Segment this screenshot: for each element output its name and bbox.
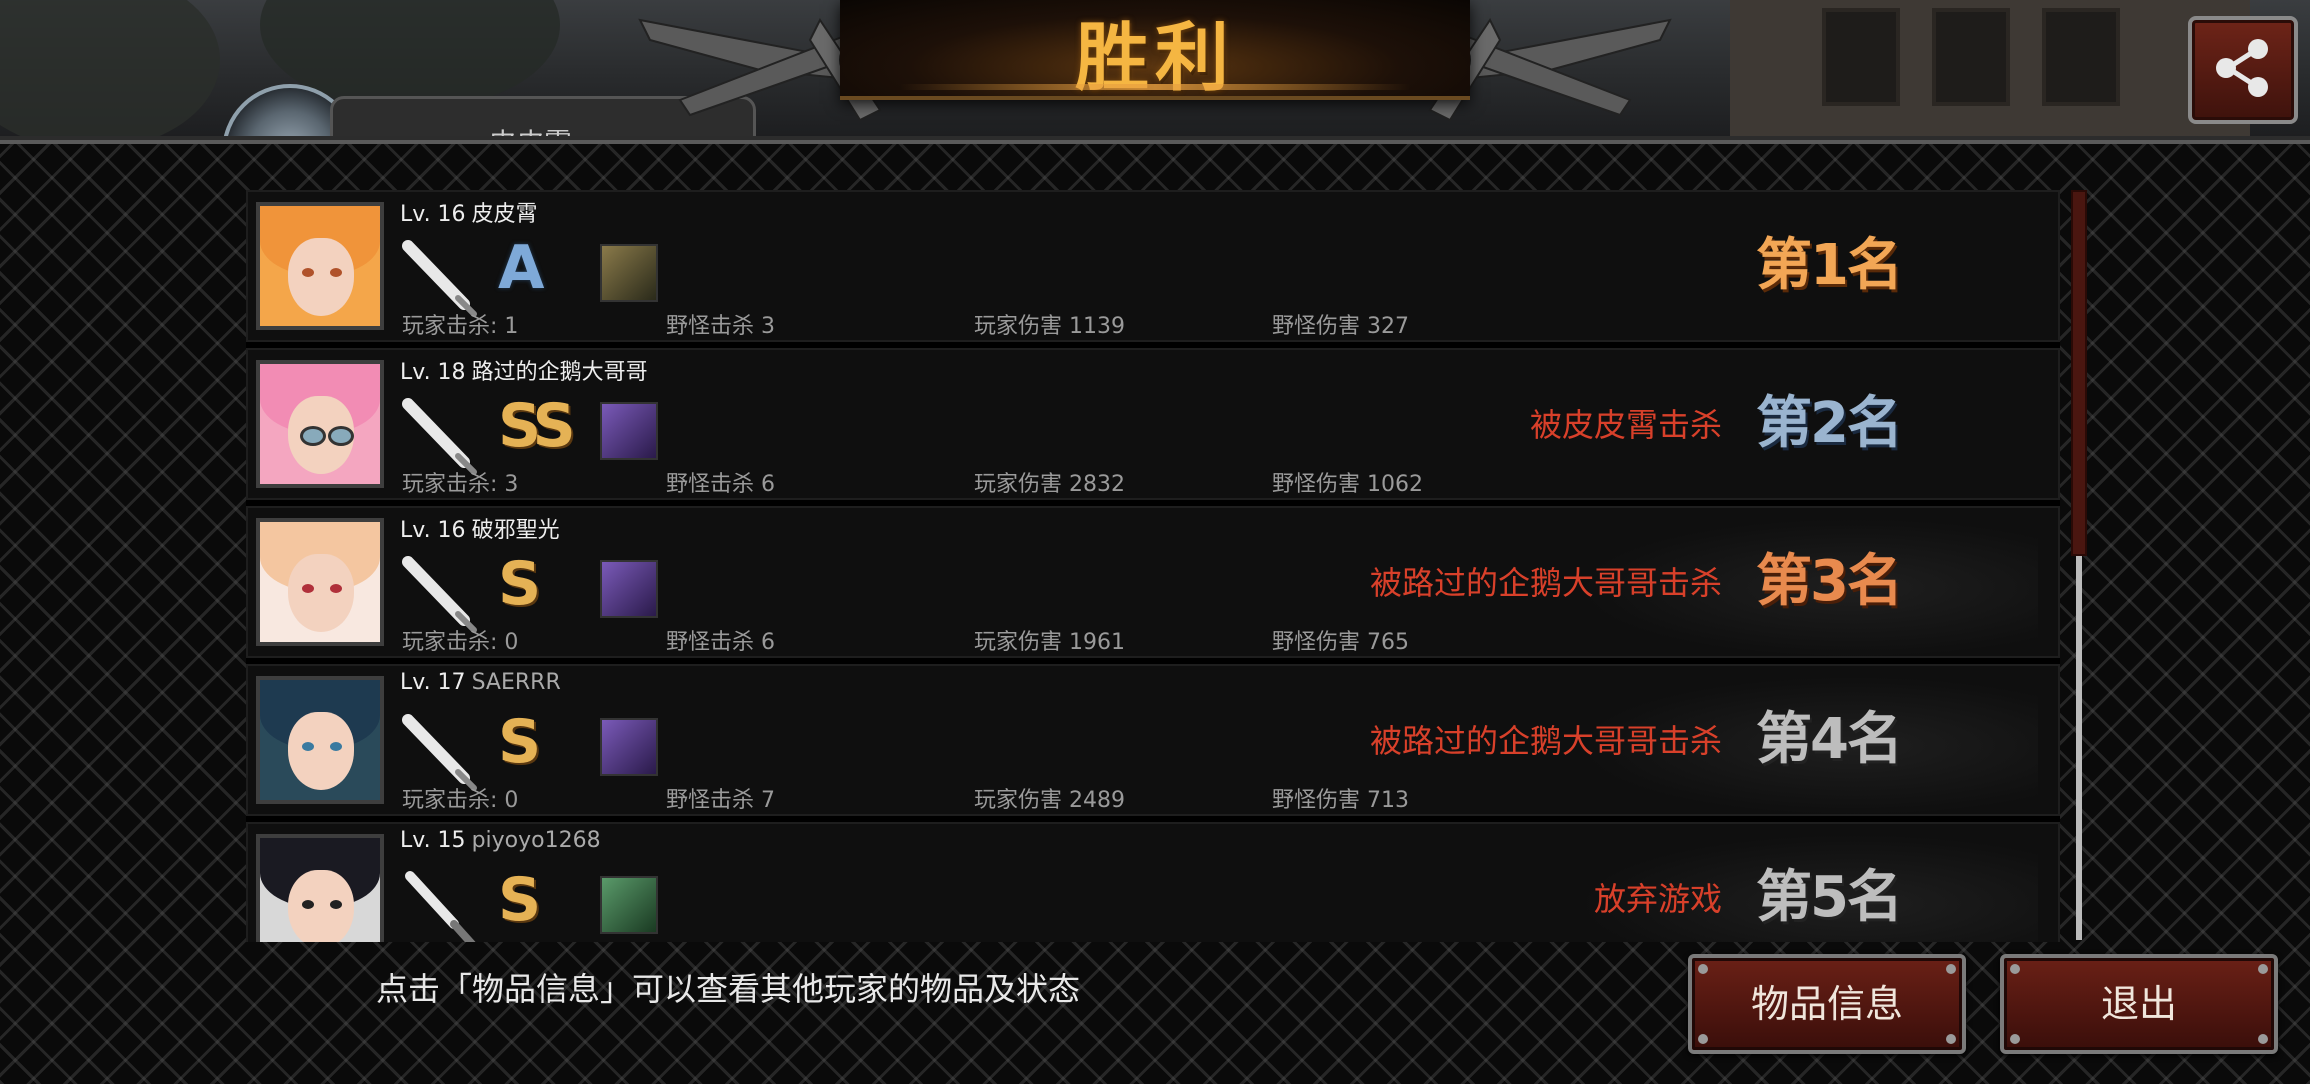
monster-kills: 野怪击杀 3 bbox=[666, 314, 775, 339]
rank-label: 第2名 bbox=[1756, 391, 1903, 456]
grade-badge: S bbox=[498, 707, 541, 777]
player-damage: 玩家伤害 1139 bbox=[974, 314, 1125, 339]
rank-label: 第4名 bbox=[1756, 707, 1903, 772]
rank-label: 第5名 bbox=[1756, 865, 1903, 930]
bat-icon bbox=[402, 240, 477, 317]
item-thumbnail[interactable] bbox=[600, 560, 658, 618]
item-thumbnail[interactable] bbox=[600, 718, 658, 776]
player-avatar[interactable] bbox=[256, 518, 384, 646]
player-kills: 玩家击杀: 0 bbox=[402, 630, 519, 655]
exit-button-label: 退出 bbox=[2100, 982, 2177, 1026]
elimination-status: 被皮皮霄击杀 bbox=[1529, 406, 1722, 444]
knife-icon bbox=[405, 871, 476, 942]
item-thumbnail[interactable] bbox=[600, 244, 658, 302]
elimination-status: 放弃游戏 bbox=[1593, 880, 1722, 918]
monster-damage: 野怪伤害 713 bbox=[1272, 788, 1409, 813]
bat-icon bbox=[402, 556, 477, 633]
item-info-button[interactable]: 物品信息 bbox=[1688, 954, 1966, 1054]
player-avatar[interactable] bbox=[256, 202, 384, 330]
player-kills: 玩家击杀: 3 bbox=[402, 472, 519, 497]
player-avatar[interactable] bbox=[256, 676, 384, 804]
item-thumbnail[interactable] bbox=[600, 876, 658, 934]
monster-kills: 野怪击杀 7 bbox=[666, 788, 775, 813]
player-kills: 玩家击杀: 0 bbox=[402, 788, 519, 813]
grade-badge: S bbox=[498, 865, 541, 935]
share-icon bbox=[2216, 39, 2268, 97]
player-row[interactable]: Lv. 18 路过的企鹅大哥哥 SS 玩家击杀: 3 野怪击杀 6 玩家伤害 28… bbox=[246, 348, 2060, 500]
player-avatar[interactable] bbox=[256, 360, 384, 488]
monster-kills: 野怪击杀 6 bbox=[666, 630, 775, 655]
grade-badge: SS bbox=[498, 391, 576, 461]
rank-label: 第1名 bbox=[1756, 233, 1903, 298]
player-row[interactable]: Lv. 16 皮皮霄 A 玩家击杀: 1 野怪击杀 3 玩家伤害 1139 野怪伤… bbox=[246, 190, 2060, 342]
player-level-name: Lv. 17 SAERRR bbox=[400, 670, 561, 695]
bat-icon bbox=[402, 398, 477, 475]
hint-text: 点击「物品信息」可以查看其他玩家的物品及状态 bbox=[376, 970, 1081, 1008]
results-list[interactable]: Lv. 16 皮皮霄 A 玩家击杀: 1 野怪击杀 3 玩家伤害 1139 野怪伤… bbox=[246, 190, 2060, 942]
player-avatar[interactable] bbox=[256, 834, 384, 942]
monster-damage: 野怪伤害 327 bbox=[1272, 314, 1409, 339]
elimination-status: 被路过的企鹅大哥哥击杀 bbox=[1369, 722, 1722, 760]
item-thumbnail[interactable] bbox=[600, 402, 658, 460]
monster-kills: 野怪击杀 6 bbox=[666, 472, 775, 497]
player-level-name: Lv. 15 piyoyo1268 bbox=[400, 828, 601, 853]
item-info-button-label: 物品信息 bbox=[1750, 982, 1903, 1026]
player-level-name: Lv. 16 皮皮霄 bbox=[400, 202, 538, 227]
player-damage: 玩家伤害 2832 bbox=[974, 472, 1125, 497]
player-kills: 玩家击杀: 1 bbox=[402, 314, 519, 339]
grade-badge: A bbox=[498, 233, 545, 303]
player-row[interactable]: Lv. 15 piyoyo1268 S 放弃游戏 第5名 bbox=[246, 822, 2060, 942]
player-damage: 玩家伤害 2489 bbox=[974, 788, 1125, 813]
rank-label: 第3名 bbox=[1756, 549, 1903, 614]
player-row[interactable]: Lv. 17 SAERRR S 玩家击杀: 0 野怪击杀 7 玩家伤害 2489 … bbox=[246, 664, 2060, 816]
player-row[interactable]: Lv. 16 破邪聖光 S 玩家击杀: 0 野怪击杀 6 玩家伤害 1961 野怪… bbox=[246, 506, 2060, 658]
elimination-status: 被路过的企鹅大哥哥击杀 bbox=[1369, 564, 1722, 602]
list-scrollbar-thumb[interactable] bbox=[2071, 190, 2087, 556]
title-banner: 胜利 bbox=[840, 0, 1470, 101]
monster-damage: 野怪伤害 765 bbox=[1272, 630, 1409, 655]
player-level-name: Lv. 18 路过的企鹅大哥哥 bbox=[400, 360, 648, 385]
bat-icon bbox=[402, 714, 477, 791]
player-level-name: Lv. 16 破邪聖光 bbox=[400, 518, 560, 543]
grade-badge: S bbox=[498, 549, 541, 619]
share-button[interactable] bbox=[2188, 16, 2298, 124]
exit-button[interactable]: 退出 bbox=[2000, 954, 2278, 1054]
monster-damage: 野怪伤害 1062 bbox=[1272, 472, 1423, 497]
player-damage: 玩家伤害 1961 bbox=[974, 630, 1125, 655]
